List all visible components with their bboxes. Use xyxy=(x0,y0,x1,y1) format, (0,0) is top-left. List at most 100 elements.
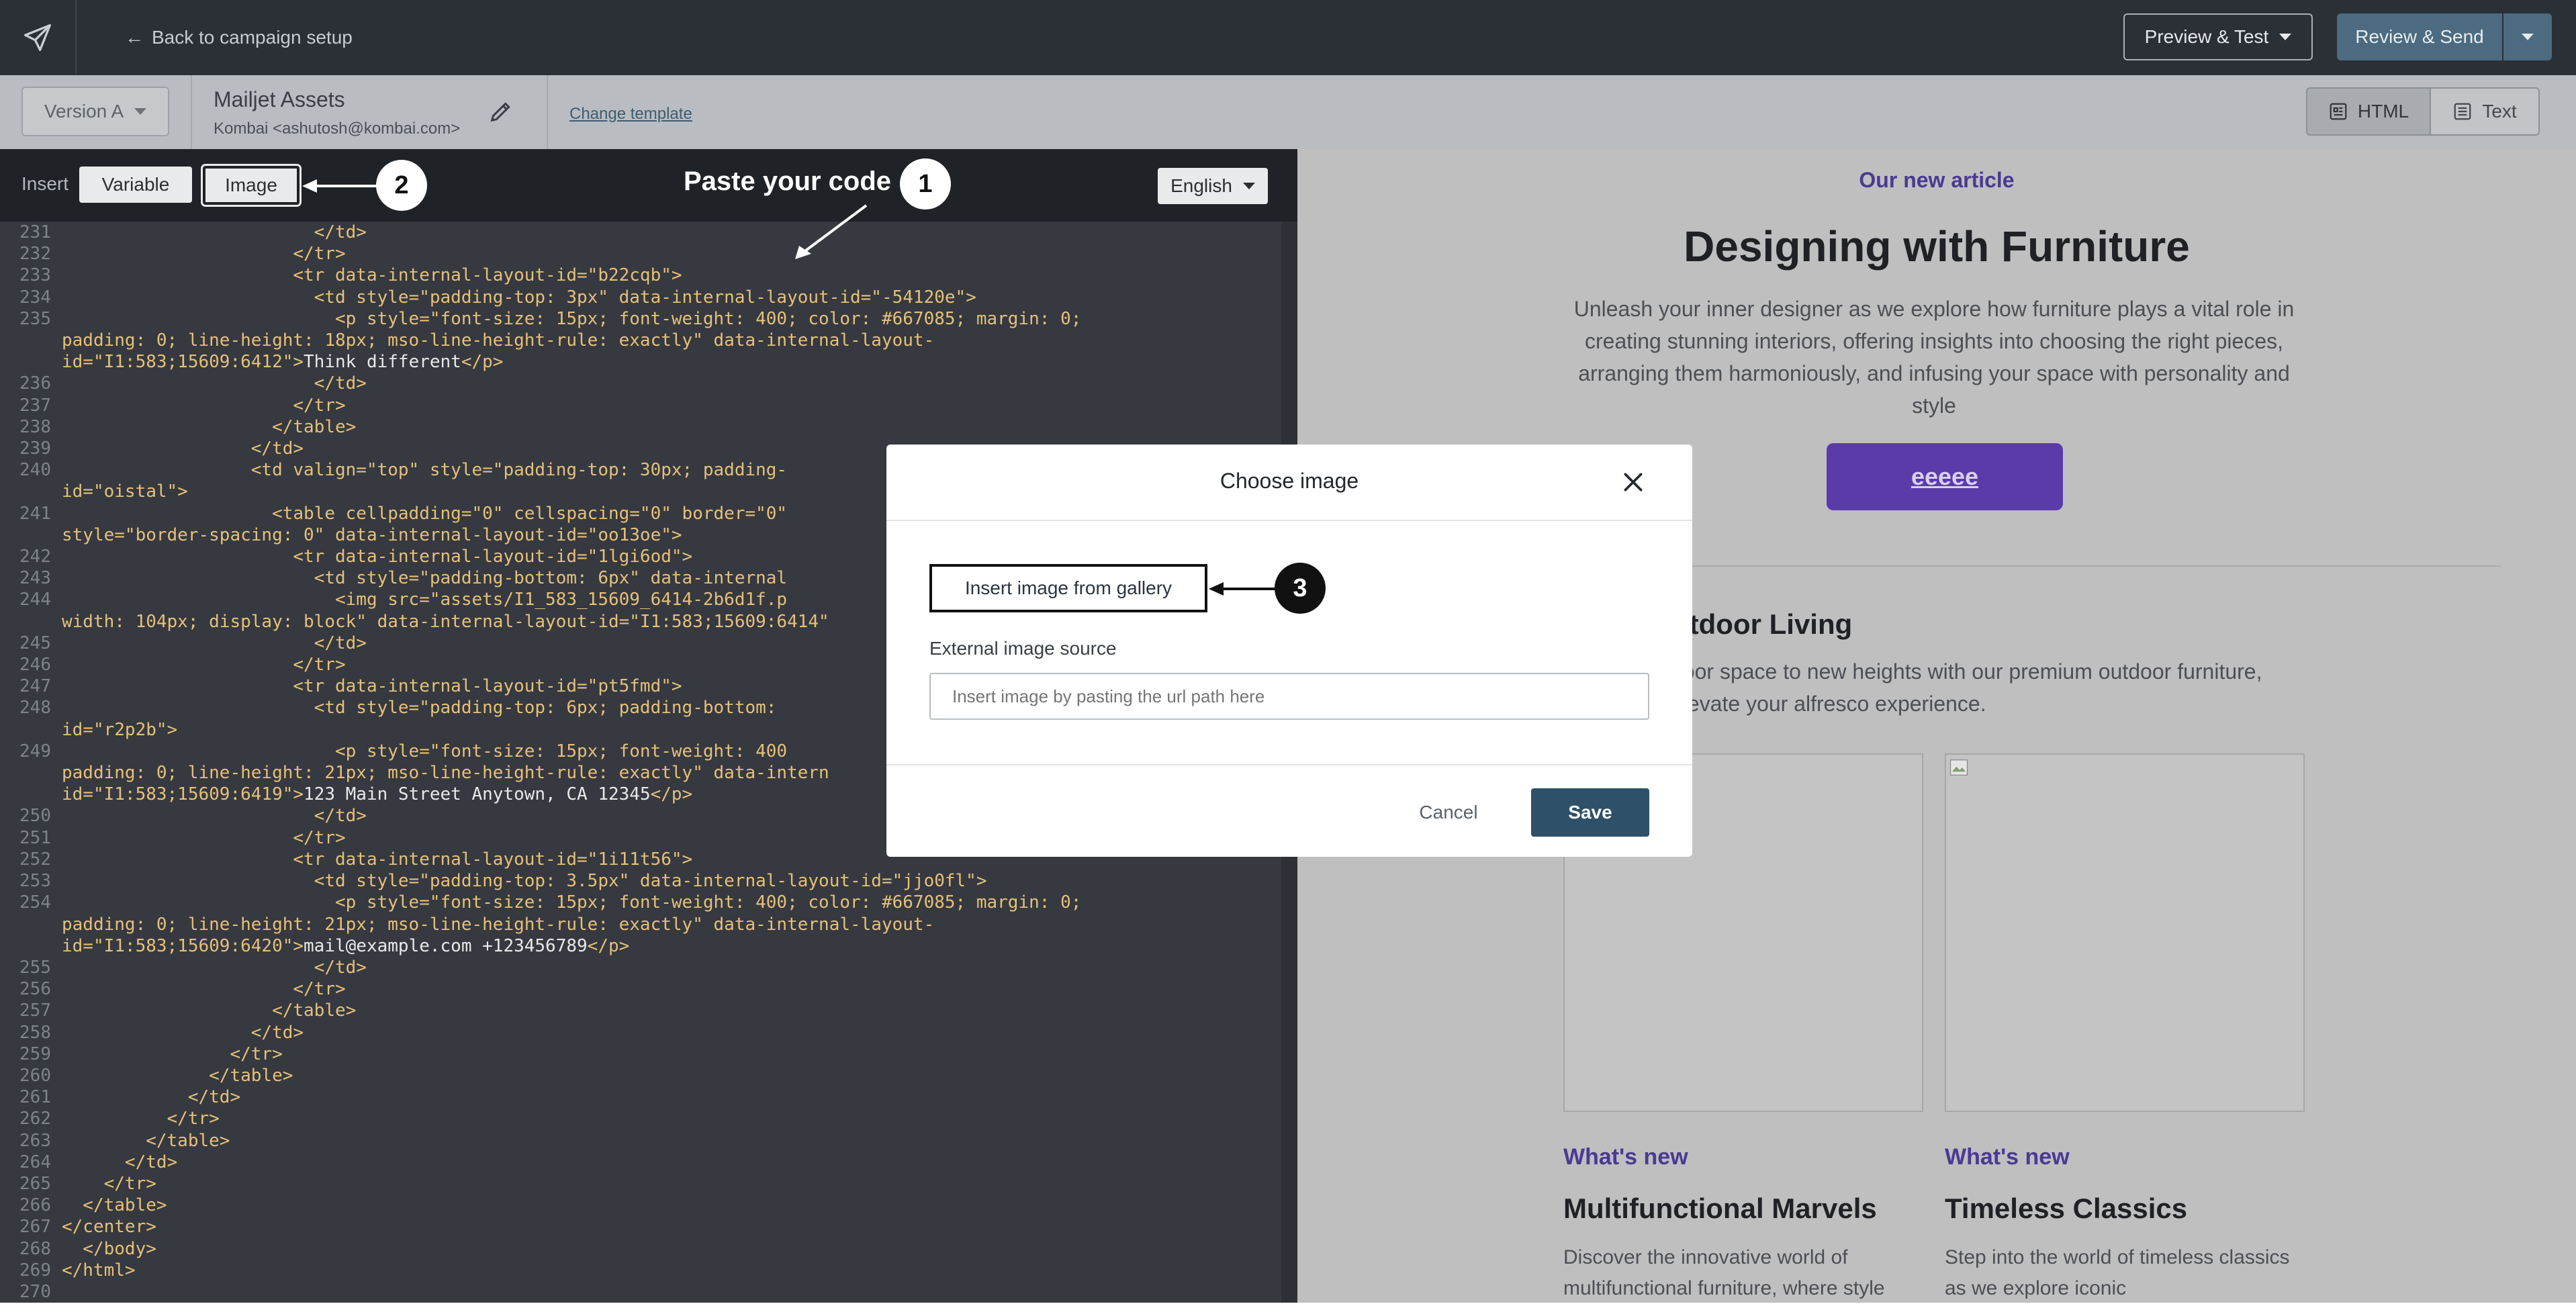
code-markup: </td> xyxy=(62,633,367,653)
send-logo-icon[interactable] xyxy=(0,0,77,75)
line-number: 258 xyxy=(19,1022,51,1043)
line-source: </td> xyxy=(62,1086,240,1108)
line-number xyxy=(0,762,62,784)
line-number: 250 xyxy=(19,806,51,827)
line-source: width: 104px; display: block" data-inter… xyxy=(62,611,829,633)
code-line[interactable]: id="I1:583;15609:6420">mail@example.com … xyxy=(0,935,1281,957)
insert-label: Insert xyxy=(21,173,69,194)
insert-variable-button[interactable]: Variable xyxy=(79,167,192,203)
code-markup: </table> xyxy=(62,1130,230,1151)
code-line[interactable]: 265 </tr> xyxy=(0,1173,1281,1195)
language-label: English xyxy=(1170,175,1232,196)
code-line[interactable]: 254 <p style="font-size: 15px; font-weig… xyxy=(0,892,1281,913)
save-button[interactable]: Save xyxy=(1531,788,1649,837)
line-source: <tr data-internal-layout-id="pt5fmd"> xyxy=(62,676,682,697)
code-line[interactable]: 232 </tr> xyxy=(0,243,1281,265)
line-source: </td> xyxy=(62,805,367,827)
line-number: 262 xyxy=(19,1109,51,1129)
divider xyxy=(191,75,192,149)
line-number: 269 xyxy=(19,1260,51,1280)
line-number: 237 xyxy=(19,395,51,416)
code-markup: </tr> xyxy=(62,827,346,848)
insert-from-gallery-button[interactable]: Insert image from gallery xyxy=(929,564,1207,612)
line-source: style="border-spacing: 0" data-internal-… xyxy=(62,524,682,546)
code-markup: padding: 0; line-height: 18px; mso-line-… xyxy=(62,330,935,351)
line-source: </tr> xyxy=(62,1043,282,1065)
line-number: 267 xyxy=(19,1217,51,1238)
insert-image-button[interactable]: Image xyxy=(201,164,302,207)
close-icon[interactable] xyxy=(1620,469,1647,496)
code-line[interactable]: 268 </body> xyxy=(0,1238,1281,1260)
code-line[interactable]: 253 <td style="padding-top: 3.5px" data-… xyxy=(0,870,1281,892)
code-line[interactable]: 261 </td> xyxy=(0,1086,1281,1108)
line-source: </td> xyxy=(62,438,304,459)
code-markup: </td> xyxy=(62,1152,178,1172)
code-line[interactable]: 259 </tr> xyxy=(0,1043,1281,1065)
pencil-icon[interactable] xyxy=(488,98,514,125)
code-line[interactable]: 235 <p style="font-size: 15px; font-weig… xyxy=(0,308,1281,330)
annotation-arrow-icon xyxy=(302,179,379,193)
language-select[interactable]: English xyxy=(1158,168,1268,204)
line-number: 233 xyxy=(19,265,51,286)
code-markup: </p> xyxy=(650,784,693,805)
code-line[interactable]: 236 </td> xyxy=(0,373,1281,394)
back-to-campaign-link[interactable]: ← Back to campaign setup xyxy=(125,23,353,52)
step-badge-3: 3 xyxy=(1275,563,1326,614)
code-markup: </td> xyxy=(62,1022,304,1043)
code-line[interactable]: 256 </tr> xyxy=(0,978,1281,1000)
preview-cta-button[interactable]: eeeee xyxy=(1827,443,2063,510)
line-number: 239 xyxy=(19,438,51,459)
cancel-button[interactable]: Cancel xyxy=(1398,788,1499,837)
line-source: <td valign="top" style="padding-top: 30p… xyxy=(62,459,787,481)
code-line[interactable]: padding: 0; line-height: 18px; mso-line-… xyxy=(0,330,1281,351)
line-source: id="I1:583;15609:6412">Think different</… xyxy=(62,351,503,373)
change-template-link[interactable]: Change template xyxy=(569,105,692,124)
code-line[interactable]: 233 <tr data-internal-layout-id="b22cqb"… xyxy=(0,265,1281,286)
annotation-paste-code: Paste your code xyxy=(684,167,892,196)
code-line[interactable]: 267 </center> xyxy=(0,1216,1281,1238)
code-markup: <td valign="top" style="padding-top: 30p… xyxy=(62,460,788,481)
code-line[interactable]: 238 </table> xyxy=(0,416,1281,438)
review-send-dropdown[interactable] xyxy=(2503,13,2552,60)
tab-html[interactable]: HTML xyxy=(2306,87,2431,136)
code-line[interactable]: 257 </table> xyxy=(0,1000,1281,1021)
back-label: Back to campaign setup xyxy=(152,27,353,48)
code-line[interactable]: 260 </table> xyxy=(0,1065,1281,1086)
code-line[interactable]: 264 </td> xyxy=(0,1152,1281,1173)
card-title: Timeless Classics xyxy=(1945,1193,2188,1224)
line-source: </td> xyxy=(62,222,367,243)
code-line[interactable]: id="I1:583;15609:6412">Think different</… xyxy=(0,351,1281,373)
line-number xyxy=(0,784,62,805)
code-line[interactable]: padding: 0; line-height: 21px; mso-line-… xyxy=(0,914,1281,935)
review-label: Review & Send xyxy=(2355,26,2484,47)
line-source: </tr> xyxy=(62,654,346,676)
code-line[interactable]: 231 </td> xyxy=(0,222,1281,243)
external-url-input[interactable] xyxy=(929,673,1649,720)
line-number: 257 xyxy=(19,1000,51,1021)
code-line[interactable]: 269 </html> xyxy=(0,1260,1281,1281)
code-markup: </td> xyxy=(62,806,367,827)
code-markup: </td> xyxy=(62,438,304,459)
version-select[interactable]: Version A xyxy=(21,87,169,136)
code-line[interactable]: 266 </table> xyxy=(0,1195,1281,1216)
tab-text[interactable]: Text xyxy=(2430,87,2540,136)
template-name: Mailjet Assets xyxy=(214,87,345,111)
code-markup: </html> xyxy=(62,1260,136,1280)
chevron-down-icon xyxy=(2522,34,2534,40)
code-line[interactable]: 262 </tr> xyxy=(0,1108,1281,1129)
line-source: <tr data-internal-layout-id="1i11t56"> xyxy=(62,849,692,870)
code-line[interactable]: 255 </td> xyxy=(0,957,1281,978)
line-number: 268 xyxy=(19,1238,51,1259)
line-source: </td> xyxy=(62,373,367,394)
preview-test-button[interactable]: Preview & Test xyxy=(2123,13,2313,60)
code-line[interactable]: 263 </table> xyxy=(0,1130,1281,1152)
code-markup: </tr> xyxy=(62,655,346,676)
line-number: 245 xyxy=(19,633,51,653)
code-line[interactable]: 270 xyxy=(0,1281,1281,1303)
code-markup: </td> xyxy=(62,373,367,394)
code-line[interactable]: 234 <td style="padding-top: 3px" data-in… xyxy=(0,287,1281,308)
code-line[interactable]: 258 </td> xyxy=(0,1022,1281,1043)
code-line[interactable]: 237 </tr> xyxy=(0,395,1281,416)
review-send-button[interactable]: Review & Send xyxy=(2337,13,2502,60)
external-source-label: External image source xyxy=(929,638,1117,659)
